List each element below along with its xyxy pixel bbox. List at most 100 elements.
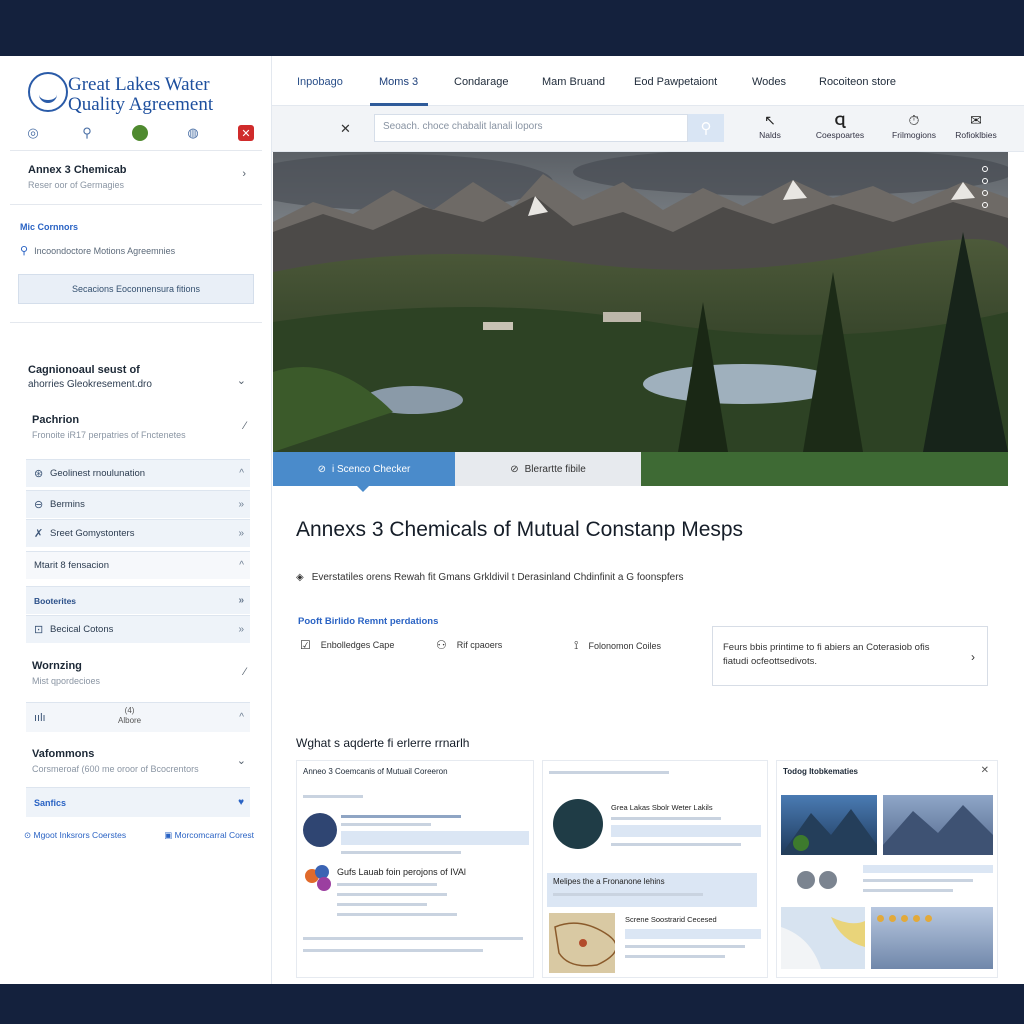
search-icon: ⚲ <box>700 120 712 137</box>
wornzing-item[interactable]: Wornzing Mist qpordecioes ⁄ <box>0 660 272 686</box>
mic-search-row[interactable]: ⚲ Incoondoctore Motions Agreemnies <box>20 244 272 257</box>
nav-item-label: Bermins <box>50 499 85 510</box>
nav-item-geolinest[interactable]: ⊛ Geolinest rnoulunation ^ <box>26 459 250 487</box>
chevron-right-icon: › <box>971 650 975 664</box>
nav-item-becical[interactable]: ⊡ Becical Cotons » <box>26 615 250 643</box>
people-icon: ⚇ <box>436 638 447 652</box>
hero-tab-green[interactable] <box>641 452 1008 486</box>
hero-tab-second[interactable]: ⊘ Blerartte fibile <box>455 452 641 486</box>
gallery-card-3[interactable]: Todog Itobkematies ✕ <box>776 760 998 978</box>
gallery-card-1[interactable]: Anneo 3 Coemcanis of Mutuail Coreeron Gu… <box>296 760 534 978</box>
section-link[interactable]: Pooft Birlido Remnt perdations <box>298 616 438 627</box>
option-rif[interactable]: ⚇ Rif cpaoers <box>436 638 502 652</box>
group-item[interactable]: Cagnionoaul seust of ahorries Gleokresem… <box>0 364 272 390</box>
double-chevron-icon: » <box>238 624 244 635</box>
footer-link-2[interactable]: ▣ Morcomcarral Corest <box>164 830 254 841</box>
leaf-icon[interactable] <box>132 125 148 141</box>
tool-rofioklbies[interactable]: ✉ Rofioklbies <box>940 112 1012 140</box>
wornzing-subtitle: Mist qpordecioes <box>32 676 101 686</box>
annex-subtitle: Reser oor of Germagies <box>28 180 125 190</box>
tab-mam-bruand[interactable]: Mam Bruand <box>542 76 605 88</box>
nav-item-albore[interactable]: ıılı (4) Albore ^ <box>26 702 250 732</box>
nav-item-mtarit[interactable]: Mtarit 8 fensacion ^ <box>26 551 250 579</box>
search-button[interactable]: ⚲ <box>688 114 724 142</box>
text-line <box>863 889 953 892</box>
map-thumbnail[interactable] <box>781 907 865 969</box>
text-line <box>625 955 725 958</box>
mic-link[interactable]: Mic Cornnors <box>20 222 272 232</box>
double-chevron-icon: » <box>238 595 244 606</box>
gallery-card-2[interactable]: Grea Lakas Sbolr Weter Lakils Melipes th… <box>542 760 768 978</box>
footer-link-1[interactable]: ⊙ Mgoot Inksrors Coerstes <box>24 830 126 841</box>
text-line <box>611 843 741 846</box>
compass-icon: ⊘ <box>317 463 326 475</box>
card-title: Todog Itobkematies <box>783 767 858 776</box>
tool-nalds[interactable]: ↖ Nalds <box>734 112 806 140</box>
nav-item-label: Geolinest rnoulunation <box>50 468 146 479</box>
hero-tabs: ⊘ i Scenco Checker ⊘ Blerartte fibile <box>273 452 1008 492</box>
nav-item-label: Becical Cotons <box>50 624 114 635</box>
annex-title: Annex 3 Chemicab <box>28 164 127 176</box>
tab-rocoiteon-store[interactable]: Rocoiteon store <box>819 76 896 88</box>
callout-line1: Feurs bbis printime to fi abiers an Cote… <box>723 642 930 653</box>
brand-line2: Quality Agreement <box>68 94 214 115</box>
close-icon[interactable]: ✕ <box>981 765 989 776</box>
arrow-icon: ↖ <box>764 112 776 128</box>
option-enbolledges[interactable]: ☑ Enbolledges Cape <box>300 638 394 652</box>
hero-tab-second-label: Blerartte fibile <box>524 463 586 475</box>
text-line <box>303 937 523 940</box>
water-drop-icon[interactable]: ◍ <box>184 124 202 142</box>
quick-icon-row: ◎ ⚲ ◍ ✕ <box>24 122 254 144</box>
text-line <box>341 815 461 818</box>
mountain-landscape-image <box>273 152 1008 452</box>
map-thumbnail <box>553 799 603 849</box>
grid-icon: ⊡ <box>34 624 44 636</box>
globe-icon[interactable]: ◎ <box>24 124 42 142</box>
edit-icon: ⁄ <box>244 420 246 432</box>
sanfics-item[interactable]: Sanfics ♥ <box>26 787 250 817</box>
tab-inpobago[interactable]: Inpobago <box>297 76 343 88</box>
thumbnail-photo[interactable] <box>781 795 877 855</box>
pachrion-title: Pachrion <box>32 414 80 426</box>
person-icon: ✗ <box>34 528 44 540</box>
nav-item-bermins[interactable]: ⊖ Bermins » <box>26 490 250 518</box>
thumbnail-photo[interactable] <box>871 907 993 969</box>
alert-icon[interactable]: ✕ <box>238 125 254 141</box>
section-button[interactable]: Secacions Eoconnensura fitions <box>18 274 254 304</box>
caret-up-icon: ^ <box>239 712 244 723</box>
text-line <box>553 893 703 896</box>
pachrion-item[interactable]: Pachrion Fronoite iR17 perpatries of Fnc… <box>0 414 272 440</box>
annex-item[interactable]: Annex 3 Chemicab Reser oor of Germagies … <box>0 164 272 190</box>
tools-icon[interactable]: ⚲ <box>78 124 96 142</box>
brand-logo[interactable]: Great Lakes Water Quality Agreement <box>24 68 264 122</box>
tab-moms-3[interactable]: Moms 3 <box>379 76 418 88</box>
text-line <box>341 823 431 826</box>
carousel-dots[interactable] <box>982 166 988 208</box>
nav-item-label: Mtarit 8 fensacion <box>34 560 109 571</box>
nav-item-booterites[interactable]: Booterites » <box>26 586 250 614</box>
drop-icon: ⊛ <box>34 468 44 480</box>
tool-coespoartes[interactable]: Ɋ Coespoartes <box>804 112 876 140</box>
text-line <box>303 949 483 952</box>
sidebar: Great Lakes Water Quality Agreement ◎ ⚲ … <box>0 56 272 984</box>
albore-label: Albore <box>118 715 142 725</box>
toolbar: ✕ Seoach. choce chabalit lanali lopors ⚲… <box>272 106 1024 152</box>
tab-condarage[interactable]: Condarage <box>454 76 508 88</box>
text-line <box>337 893 447 896</box>
search-input[interactable]: Seoach. choce chabalit lanali lopors <box>374 114 688 142</box>
rating-dots <box>877 915 932 922</box>
tab-eod-pawpetaiont[interactable]: Eod Pawpetaiont <box>634 76 717 88</box>
brand-line1: Great Lakes Water <box>68 74 210 95</box>
option-folonomon[interactable]: ⟟ Folonomon Coiles <box>574 638 661 653</box>
caret-up-icon: ^ <box>239 468 244 479</box>
close-icon[interactable]: ✕ <box>340 121 351 137</box>
map-image <box>549 913 615 973</box>
vafommons-item[interactable]: Vafommons Corsmeroaf (600 me oroor of Bc… <box>0 748 272 774</box>
mic-section: Mic Cornnors ⚲ Incoondoctore Motions Agr… <box>0 222 272 257</box>
callout-card[interactable]: Feurs bbis printime to fi abiers an Cote… <box>712 626 988 686</box>
thumbnail-photo[interactable] <box>883 795 993 855</box>
hero-tab-active[interactable]: ⊘ i Scenco Checker <box>273 452 455 492</box>
highlight-row <box>625 929 761 939</box>
tab-wodes[interactable]: Wodes <box>752 76 786 88</box>
nav-item-sreet[interactable]: ✗ Sreet Gomystonters » <box>26 519 250 547</box>
